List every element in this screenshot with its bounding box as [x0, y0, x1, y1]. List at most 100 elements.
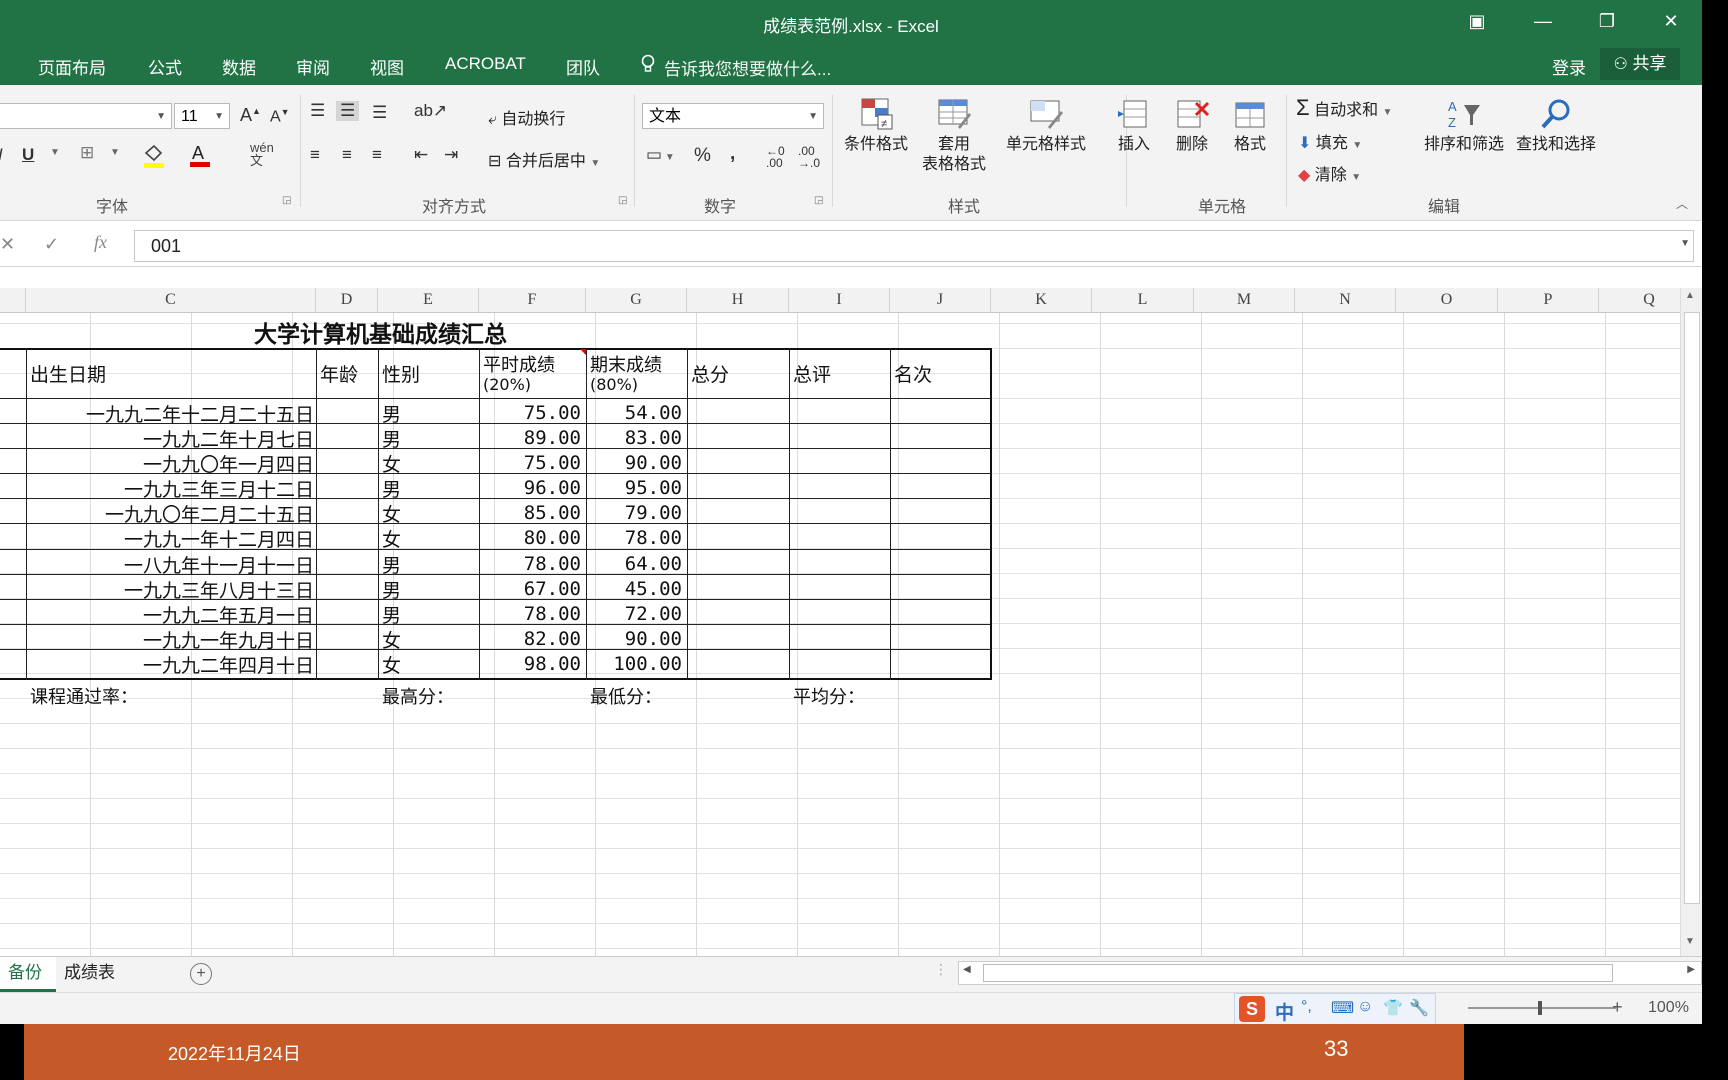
horizontal-scrollbar-thumb[interactable] — [983, 964, 1613, 982]
dialog-launcher-icon[interactable]: ◲ — [618, 195, 627, 206]
cell-gender[interactable]: 女 — [382, 626, 401, 653]
chevron-down-icon[interactable]: ▼ — [110, 147, 120, 158]
cell-final-score[interactable]: 95.00 — [625, 477, 682, 499]
cell-birth-date[interactable]: 一九九二年十二月二十五日 — [86, 400, 314, 427]
keyboard-icon[interactable]: ⌨ — [1331, 998, 1354, 1018]
cell-gender[interactable]: 男 — [382, 425, 401, 452]
dialog-launcher-icon[interactable]: ◲ — [814, 195, 823, 206]
increase-decimal-icon[interactable]: ←0.00 — [766, 145, 785, 169]
column-header-f[interactable]: F — [479, 288, 586, 312]
add-sheet-icon[interactable]: + — [190, 963, 212, 985]
cell-birth-date[interactable]: 一九九〇年一月四日 — [143, 450, 314, 477]
scroll-left-icon[interactable]: ◀ — [963, 964, 971, 975]
column-header-i[interactable]: I — [789, 288, 890, 312]
find-select-button[interactable]: 查找和选择 — [1510, 97, 1602, 155]
align-right-icon[interactable]: ≡ — [372, 145, 382, 165]
wrap-text-button[interactable]: ⤶ 自动换行 — [488, 105, 565, 129]
tab-review[interactable]: 审阅 — [296, 54, 330, 79]
align-top-icon[interactable]: ☰ — [310, 101, 325, 121]
sheet-tab-backup[interactable]: 备份 — [0, 957, 56, 992]
enter-icon[interactable]: ✓ — [44, 234, 59, 255]
column-header-d[interactable]: D — [316, 288, 378, 312]
insert-cells-button[interactable]: 插入 — [1112, 97, 1156, 155]
min-score-label[interactable]: 最低分： — [590, 683, 662, 709]
font-color-icon[interactable]: A — [188, 141, 212, 174]
decrease-decimal-icon[interactable]: .00 →.0 — [798, 145, 820, 169]
cell-styles-button[interactable]: 单元格样式 — [1000, 97, 1092, 155]
cell-gender[interactable]: 女 — [382, 450, 401, 477]
cell-final-score[interactable]: 72.00 — [625, 603, 682, 625]
cell-usual-score[interactable]: 98.00 — [524, 653, 581, 675]
header-rank[interactable]: 名次 — [894, 360, 932, 387]
align-bottom-icon[interactable]: ☰ — [372, 103, 387, 123]
close-icon[interactable]: ✕ — [1656, 10, 1686, 32]
expand-formula-bar-icon[interactable]: ▼ — [1680, 238, 1690, 249]
cancel-icon[interactable]: ✕ — [0, 234, 15, 255]
zoom-slider-thumb[interactable] — [1538, 1001, 1542, 1015]
cell-birth-date[interactable]: 一九九二年四月十日 — [143, 651, 314, 678]
vertical-scrollbar[interactable]: ▲ ▼ — [1680, 288, 1702, 956]
horizontal-scrollbar[interactable]: ◀ ▶ — [958, 961, 1702, 985]
split-handle[interactable]: ⋮ — [934, 961, 948, 978]
zoom-in-icon[interactable]: + — [1612, 997, 1623, 1018]
share-button[interactable]: ⚇ 共享 — [1600, 48, 1680, 80]
cell-usual-score[interactable]: 82.00 — [524, 628, 581, 650]
cell-final-score[interactable]: 83.00 — [625, 427, 682, 449]
clear-button[interactable]: ◆ 清除 ▼ — [1298, 161, 1361, 185]
cell-usual-score[interactable]: 96.00 — [524, 477, 581, 499]
header-final-score[interactable]: 期末成绩 — [590, 351, 662, 377]
zoom-level[interactable]: 100% — [1648, 999, 1689, 1017]
cell-birth-date[interactable]: 一九九一年十二月四日 — [124, 525, 314, 552]
tell-me-search[interactable]: 告诉我您想要做什么... — [664, 55, 831, 80]
cell-usual-score[interactable]: 89.00 — [524, 427, 581, 449]
fill-color-icon[interactable] — [142, 143, 166, 174]
shirt-icon[interactable]: 👕 — [1383, 998, 1403, 1018]
cell-usual-score[interactable]: 80.00 — [524, 527, 581, 549]
cell-usual-score[interactable]: 78.00 — [524, 553, 581, 575]
merge-center-button[interactable]: ⊟ 合并后居中 ▼ — [488, 147, 600, 171]
autosum-button[interactable]: Σ 自动求和 ▼ — [1296, 95, 1392, 121]
tab-data[interactable]: 数据 — [222, 54, 256, 79]
user-icon[interactable]: ☺ — [1357, 998, 1373, 1016]
header-evaluation[interactable]: 总评 — [793, 360, 831, 387]
scroll-down-icon[interactable]: ▼ — [1685, 936, 1695, 947]
format-cells-button[interactable]: 格式 — [1228, 97, 1272, 155]
cell-gender[interactable]: 女 — [382, 651, 401, 678]
column-header-c[interactable]: C — [26, 288, 316, 312]
cell-gender[interactable]: 男 — [382, 576, 401, 603]
currency-icon[interactable]: ▭ ▼ — [646, 145, 675, 165]
scroll-right-icon[interactable]: ▶ — [1687, 964, 1695, 975]
cell-birth-date[interactable]: 一九九〇年二月二十五日 — [105, 500, 314, 527]
underline-icon[interactable]: U — [22, 145, 34, 165]
sheet-title[interactable]: 大学计算机基础成绩汇总 — [254, 315, 507, 349]
cell-usual-score[interactable]: 85.00 — [524, 502, 581, 524]
cell-birth-date[interactable]: 一九九三年八月十三日 — [124, 576, 314, 603]
tab-view[interactable]: 视图 — [370, 54, 404, 79]
cell-usual-score[interactable]: 75.00 — [524, 402, 581, 424]
cell-usual-score[interactable]: 75.00 — [524, 452, 581, 474]
font-size-combo[interactable]: 11 ▼ — [174, 103, 230, 129]
ime-mode-chinese[interactable]: 中 — [1275, 998, 1294, 1024]
cell-gender[interactable]: 男 — [382, 400, 401, 427]
sort-filter-button[interactable]: AZ 排序和筛选 — [1420, 97, 1508, 155]
ime-toolbar[interactable]: S 中 °, ⌨ ☺ 👕 🔧 — [1234, 993, 1436, 1024]
zoom-slider[interactable] — [1468, 1001, 1616, 1015]
column-header-e[interactable]: E — [378, 288, 479, 312]
cell-birth-date[interactable]: 一九九二年十月七日 — [143, 425, 314, 452]
tab-formulas[interactable]: 公式 — [148, 54, 182, 79]
format-as-table-button[interactable]: 套用 表格格式 — [914, 97, 994, 175]
cell-gender[interactable]: 女 — [382, 500, 401, 527]
column-header-n[interactable]: N — [1295, 288, 1396, 312]
cell-final-score[interactable]: 90.00 — [625, 452, 682, 474]
orientation-icon[interactable]: ab↗ — [414, 101, 447, 121]
cell-final-score[interactable]: 79.00 — [625, 502, 682, 524]
sign-in-link[interactable]: 登录 — [1552, 54, 1586, 79]
header-total[interactable]: 总分 — [691, 360, 729, 387]
cell-gender[interactable]: 男 — [382, 475, 401, 502]
decrease-indent-icon[interactable]: ⇤ — [414, 145, 428, 165]
number-format-combo[interactable]: 文本 ▼ — [642, 103, 824, 129]
cell-usual-score[interactable]: 67.00 — [524, 578, 581, 600]
punctuation-icon[interactable]: °, — [1301, 998, 1312, 1016]
percent-style-button[interactable]: % — [694, 145, 711, 167]
cell-final-score[interactable]: 78.00 — [625, 527, 682, 549]
